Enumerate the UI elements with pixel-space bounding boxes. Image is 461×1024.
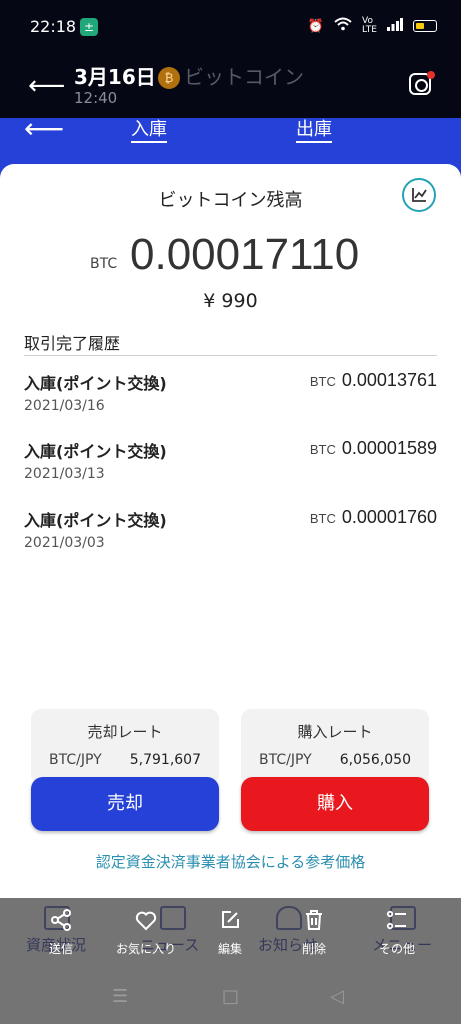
home-icon[interactable]: □ (222, 986, 239, 1007)
transaction-date: 2021/03/13 (24, 466, 105, 482)
chart-button[interactable] (402, 178, 436, 212)
volte-icon: Vo LTE (362, 16, 377, 35)
edit-icon (197, 908, 263, 936)
more-options-icon (364, 908, 430, 936)
screenshot-date: 3月16日 (74, 65, 156, 89)
transaction-unit: BTC (309, 374, 336, 389)
edit-label: 編集 (217, 942, 242, 956)
reference-price-link[interactable]: 認定資金決済事業者協会による参考価格 (0, 851, 461, 872)
viewer-header: ⟵ 3月16日 12:40 ₿ ビットコイン (0, 55, 461, 118)
edit-button[interactable]: 編集 (197, 908, 263, 957)
share-button[interactable]: 送信 (28, 908, 94, 957)
app-notification-icon: ± (80, 18, 98, 36)
delete-button[interactable]: 削除 (281, 908, 347, 957)
buy-rate-pair: BTC/JPY (259, 752, 312, 768)
recent-apps-icon[interactable]: ☰ (112, 986, 128, 1007)
wifi-icon (334, 17, 352, 35)
favorite-label: お気に入り (115, 942, 176, 956)
buy-rate-title: 購入レート (297, 723, 373, 741)
transaction-row[interactable]: 入庫(ポイント交換) 2021/03/13 BTC 0.00001589 (24, 438, 437, 488)
underlying-header: ₿ ビットコイン (158, 61, 304, 90)
balance-amount: 0.00017110 (130, 230, 360, 279)
transaction-row[interactable]: 入庫(ポイント交換) 2021/03/16 BTC 0.00013761 (24, 370, 437, 420)
balance-jpy: ¥ 990 (203, 290, 258, 312)
tab-withdraw[interactable]: 出庫 (296, 119, 332, 143)
transaction-value: 0.00013761 (341, 370, 437, 390)
status-icons: ⏰ Vo LTE (308, 17, 437, 35)
heart-icon (113, 908, 179, 936)
transaction-value: 0.00001760 (341, 507, 437, 527)
sell-rate-pair: BTC/JPY (49, 752, 102, 768)
transaction-row[interactable]: 入庫(ポイント交換) 2021/03/03 BTC 0.00001760 (24, 507, 437, 557)
transaction-date: 2021/03/16 (24, 398, 105, 414)
buy-rate-box: 購入レート BTC/JPY 6,056,050 (241, 709, 429, 785)
battery-icon (413, 20, 437, 32)
sell-button[interactable]: 売却 (31, 777, 219, 831)
trend-chart-icon (412, 188, 427, 202)
share-icon (28, 908, 94, 936)
screenshot-time: 12:40 (74, 89, 118, 107)
history-label: 取引完了履歴 (24, 334, 121, 353)
viewer-toolbar: 資産状況 ニュース お知らせ メニュー 送信 お気に入り 編集 削除 その他 ☰… (0, 898, 461, 1024)
underlying-title: ビットコイン (184, 65, 304, 89)
balance-title: ビットコイン残高 (158, 190, 303, 211)
status-bar: 22:18 ± ⏰ Vo LTE (0, 0, 461, 55)
sell-rate-value: 5,791,607 (129, 752, 201, 768)
buy-rate-value: 6,056,050 (339, 752, 411, 768)
more-label: その他 (378, 942, 415, 956)
delete-label: 削除 (301, 942, 326, 956)
tab-deposit[interactable]: 入庫 (131, 119, 167, 143)
transaction-date: 2021/03/03 (24, 535, 105, 551)
buy-button[interactable]: 購入 (241, 777, 429, 831)
signal-icon (387, 17, 403, 35)
transaction-unit: BTC (309, 442, 336, 457)
transaction-value: 0.00001589 (341, 438, 437, 458)
status-time: 22:18 (30, 17, 77, 36)
transaction-title: 入庫(ポイント交換) (24, 374, 167, 393)
transaction-amount: BTC 0.00013761 (310, 370, 437, 391)
system-back-icon[interactable]: ◁ (330, 986, 344, 1007)
transaction-amount: BTC 0.00001589 (310, 438, 437, 459)
sell-rate-box: 売却レート BTC/JPY 5,791,607 (31, 709, 219, 785)
transaction-unit: BTC (309, 511, 336, 526)
favorite-button[interactable]: お気に入り (113, 908, 179, 957)
balance-card: ビットコイン残高 BTC 0.00017110 ¥ 990 取引完了履歴 入庫(… (0, 164, 461, 1024)
notification-dot (427, 71, 435, 79)
more-button[interactable]: その他 (364, 908, 430, 957)
sell-rate-title: 売却レート (87, 723, 163, 741)
transaction-title: 入庫(ポイント交換) (24, 511, 167, 530)
bitcoin-coin-icon: ₿ (158, 67, 180, 89)
trash-icon (281, 908, 347, 936)
app-back-arrow-icon[interactable]: ⟵ (24, 115, 64, 143)
share-label: 送信 (48, 942, 73, 956)
balance-unit: BTC (90, 256, 118, 272)
transaction-title: 入庫(ポイント交換) (24, 442, 167, 461)
transaction-amount: BTC 0.00001760 (310, 507, 437, 528)
divider (24, 355, 437, 356)
back-arrow-icon[interactable]: ⟵ (28, 73, 65, 99)
alarm-icon: ⏰ (307, 18, 325, 34)
